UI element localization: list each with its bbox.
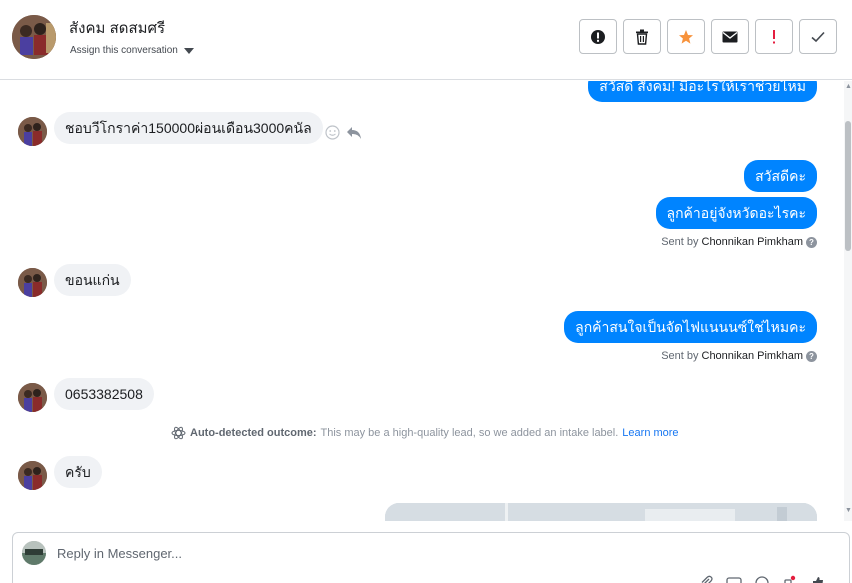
- assign-conversation-dropdown[interactable]: Assign this conversation: [70, 45, 194, 56]
- page-avatar: [22, 541, 46, 565]
- message-incoming: ขอนแก่น: [54, 264, 131, 296]
- check-icon: [811, 31, 825, 42]
- smiley-icon[interactable]: [325, 125, 340, 140]
- outcome-text: This may be a high-quality lead, so we a…: [320, 427, 619, 439]
- gif-icon[interactable]: [726, 575, 742, 583]
- sender-name: Chonnikan Pimkham: [701, 350, 804, 362]
- follow-up-button[interactable]: [755, 19, 793, 54]
- learn-more-link[interactable]: Learn more: [622, 427, 678, 439]
- sent-by-label: Sent by Chonnikan Pimkham ?: [661, 236, 817, 248]
- message-outgoing: ลูกค้าสนใจเป็นจัดไฟแนนนซ์ใช่ไหมคะ: [564, 311, 817, 343]
- sent-by-prefix: Sent by: [661, 350, 699, 362]
- sent-by-label: Sent by Chonnikan Pimkham ?: [661, 350, 817, 362]
- message-outgoing: ลูกค้าอยู่จังหวัดอะไรคะ: [655, 197, 817, 229]
- message-thread[interactable]: สวัสดี สังคม! มีอะไรให้เราช่วยไหม ชอบวีโ…: [0, 81, 844, 521]
- message-outgoing: สวัสดี สังคม! มีอะไรให้เราช่วยไหม: [588, 81, 817, 102]
- sender-avatar: [18, 383, 47, 412]
- caret-down-icon: [183, 47, 194, 54]
- mark-done-button[interactable]: [799, 19, 837, 54]
- message-incoming: ครับ: [54, 456, 102, 488]
- message-incoming: 0653382508: [54, 378, 154, 410]
- envelope-icon: [722, 31, 738, 42]
- help-icon[interactable]: ?: [806, 236, 817, 248]
- scroll-down-icon[interactable]: ▼: [845, 507, 852, 514]
- sent-by-prefix: Sent by: [661, 236, 699, 248]
- star-icon: [679, 29, 693, 44]
- atom-icon: [171, 426, 186, 440]
- message-incoming: ชอบวีโกราค่า150000ผ่อนเดือน3000คนัล: [54, 112, 323, 144]
- auto-detected-outcome-notice: Auto-detected outcome: This may be a hig…: [171, 426, 679, 440]
- alert-circle-icon: [591, 29, 605, 44]
- exclamation-icon: [773, 29, 775, 43]
- sender-avatar: [18, 461, 47, 490]
- attach-icon[interactable]: [698, 575, 714, 583]
- reply-input[interactable]: [57, 543, 757, 563]
- reply-icon[interactable]: [346, 126, 362, 140]
- mark-unread-button[interactable]: [711, 19, 749, 54]
- sender-avatar: [18, 117, 47, 146]
- contact-name: สังคม สดสมศรี: [69, 20, 166, 37]
- sender-name: Chonnikan Pimkham: [701, 236, 804, 248]
- image-attachment[interactable]: [385, 503, 817, 521]
- assign-label: Assign this conversation: [70, 45, 178, 56]
- sender-avatar: [18, 268, 47, 297]
- saved-replies-icon[interactable]: [782, 575, 798, 583]
- delete-button[interactable]: [623, 19, 661, 54]
- trash-icon: [636, 29, 648, 45]
- emoji-icon[interactable]: [754, 575, 770, 583]
- scroll-up-icon[interactable]: ▲: [845, 83, 852, 90]
- message-outgoing: สวัสดีคะ: [744, 160, 817, 192]
- mark-spam-button[interactable]: [579, 19, 617, 54]
- help-icon[interactable]: ?: [806, 350, 817, 362]
- star-button[interactable]: [667, 19, 705, 54]
- outcome-title: Auto-detected outcome:: [190, 427, 317, 439]
- conversation-header: สังคม สดสมศรี Assign this conversation: [0, 0, 852, 80]
- conversation-actions: [579, 19, 837, 54]
- thread-scrollbar[interactable]: ▲ ▼: [844, 81, 852, 521]
- like-icon[interactable]: [810, 575, 826, 583]
- contact-avatar[interactable]: [12, 15, 56, 59]
- composer-tools: [698, 575, 826, 583]
- reply-composer: [12, 532, 850, 583]
- scrollbar-thumb[interactable]: [845, 121, 851, 251]
- message-actions: [325, 125, 362, 140]
